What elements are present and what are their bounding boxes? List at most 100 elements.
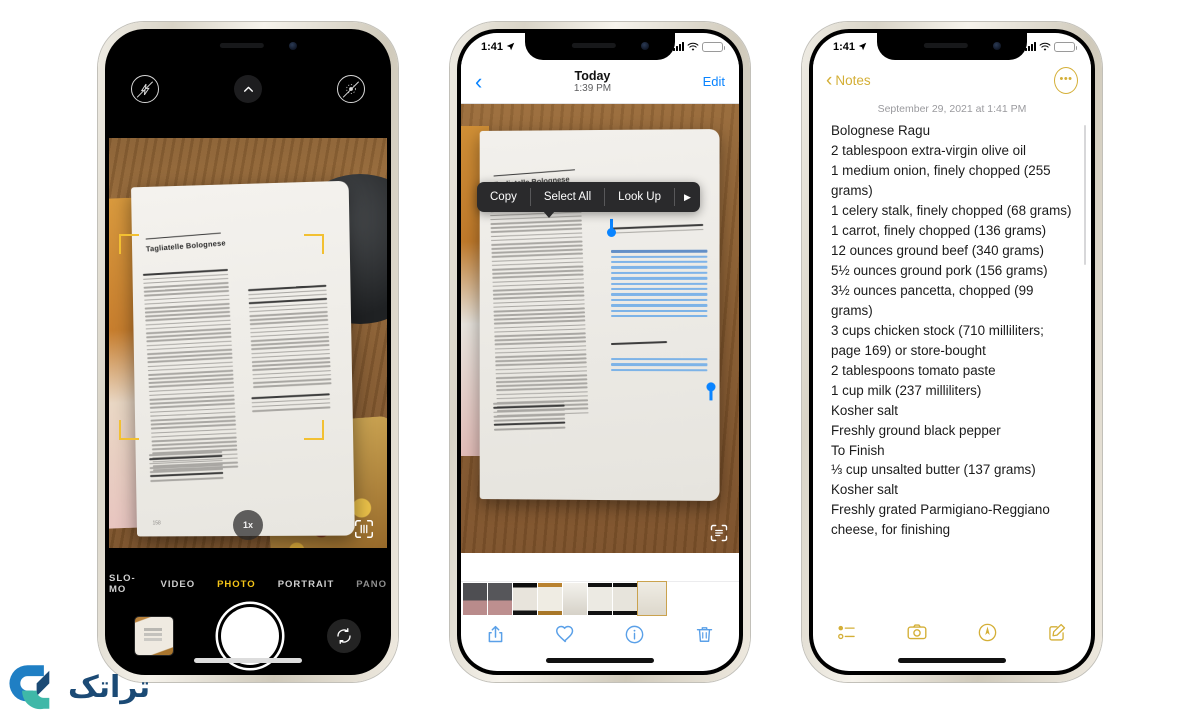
note-line: 1 medium onion, finely chopped (255 gram… [831,162,1051,198]
phone-photos: 1:41 ‹ Today 1:39 PM Edit Copy Select Al… [450,22,750,682]
note-line: Freshly ground black pepper [831,422,1001,438]
selection-handle-start[interactable] [606,227,617,237]
info-icon[interactable] [624,624,645,645]
ingredients-column [248,284,332,391]
wifi-icon [1039,42,1051,51]
more-options-button[interactable]: ••• [1054,66,1078,94]
note-line: 2 tablespoon extra-virgin olive oil [831,142,1027,158]
menu-item-look-up[interactable]: Look Up [605,182,674,212]
camera-viewfinder[interactable]: Tagliatelle Bolognese 158 1x [109,138,387,548]
menu-item-select-all[interactable]: Select All [531,182,604,212]
filmstrip-thumb[interactable] [563,582,587,615]
photo-time-label: 1:39 PM [573,82,612,94]
mode-photo[interactable]: PHOTO [217,579,256,590]
notch [173,33,323,60]
status-right [1025,41,1077,52]
mode-portrait[interactable]: PORTRAIT [278,579,335,590]
wifi-icon [687,42,699,51]
live-text-icon[interactable] [709,523,729,543]
note-line: 3½ ounces pancetta, chopped (99 grams) [831,282,1034,318]
text-detect-corner-br [304,420,324,440]
note-line: 1 carrot, finely chopped (136 grams) [831,222,1047,238]
back-to-notes-button[interactable]: ‹ Notes [826,71,871,90]
photo-day-label: Today [574,68,611,83]
filmstrip-thumb[interactable] [463,582,487,615]
home-indicator[interactable] [546,658,654,663]
trash-icon[interactable] [694,624,715,645]
heart-icon[interactable] [555,624,576,645]
chevron-left-icon: ‹ [826,69,833,91]
back-button[interactable]: ‹ [475,70,482,93]
note-line: Bolognese Ragu [831,123,931,138]
note-line: Kosher salt [831,482,898,498]
filmstrip-thumb[interactable] [613,582,637,615]
back-label: Notes [835,72,871,88]
context-menu-tail [543,211,555,218]
compose-icon[interactable] [1046,622,1067,643]
document-scan-icon[interactable] [353,518,375,540]
camera-top-controls [109,61,387,117]
note-body[interactable]: Bolognese Ragu 2 tablespoon extra-virgin… [831,121,1077,611]
watermark-text: تراتک [68,669,151,705]
mode-pano[interactable]: PANO [356,579,387,590]
filmstrip-thumb[interactable] [588,582,612,615]
camera-mode-selector[interactable]: SLO-MO VIDEO PHOTO PORTRAIT PANO [109,571,387,597]
camera-icon[interactable] [906,621,928,643]
equipment-column [493,400,566,433]
phone-bezel: Tagliatelle Bolognese 158 1x SLO-MO VIDE… [105,29,391,675]
flip-camera-button[interactable] [327,619,361,653]
shutter-button[interactable] [221,607,279,665]
location-arrow-icon [506,42,515,51]
book-page-title: Tagliatelle Bolognese [145,238,226,254]
notes-screen: 1:41 ‹ Notes ••• September 29, 2021 at 1… [813,33,1091,671]
ingredients-heading [610,223,704,236]
highlighted-to-finish [610,358,708,374]
text-detect-corner-bl [119,420,139,440]
photos-screen: 1:41 ‹ Today 1:39 PM Edit Copy Select Al… [461,33,739,671]
equipment-column [148,450,224,484]
share-icon[interactable] [485,624,506,645]
status-right [673,41,725,52]
filmstrip-thumb[interactable] [513,582,537,615]
photo-filmstrip[interactable] [461,581,739,616]
live-photo-off-icon[interactable] [337,75,365,103]
note-line: 1 celery stalk, finely chopped (68 grams… [831,202,1072,218]
location-arrow-icon [858,42,867,51]
filmstrip-thumb[interactable] [538,582,562,615]
photo-library-thumbnail[interactable] [135,617,173,655]
phone-bezel: 1:41 ‹ Notes ••• September 29, 2021 at 1… [809,29,1095,675]
battery-icon [702,41,725,52]
filmstrip-thumb-selected[interactable] [637,581,667,616]
menu-item-copy[interactable]: Copy [477,182,530,212]
flash-off-icon[interactable] [131,75,159,103]
home-indicator[interactable] [898,658,1006,663]
note-line: Kosher salt [831,402,898,418]
to-finish-column [251,393,331,414]
status-left: 1:41 [481,41,515,53]
note-line: To Finish [831,442,885,458]
mode-video[interactable]: VIDEO [161,579,196,590]
text-detect-corner-tl [119,234,139,254]
filmstrip-thumb[interactable] [488,582,512,615]
scrollbar[interactable] [1084,125,1086,265]
edit-button[interactable]: Edit [703,74,725,89]
battery-icon [1054,41,1077,52]
text-context-menu[interactable]: Copy Select All Look Up ▶ [477,182,700,212]
status-bar: 1:41 [461,33,739,60]
mode-slo-mo[interactable]: SLO-MO [109,573,139,595]
menu-more-arrow-icon[interactable]: ▶ [675,182,700,212]
markup-icon[interactable] [977,622,998,643]
home-indicator[interactable] [194,658,302,663]
zoom-level-button[interactable]: 1x [233,510,263,540]
chevron-up-icon[interactable] [234,75,262,103]
photo-viewer[interactable]: Tagliatelle Bolognese [461,104,739,553]
body-text-column-left [142,268,239,474]
selection-handle-end[interactable] [706,382,716,392]
status-time: 1:41 [833,40,856,53]
body-text-column [489,206,589,419]
note-line: Freshly grated Parmigiano-Reggiano chees… [831,502,1050,538]
checklist-icon[interactable] [837,622,858,643]
cellular-signal-icon [1025,42,1036,51]
notes-toolbar [813,613,1091,651]
notes-navigation-bar: ‹ Notes ••• [813,60,1091,100]
